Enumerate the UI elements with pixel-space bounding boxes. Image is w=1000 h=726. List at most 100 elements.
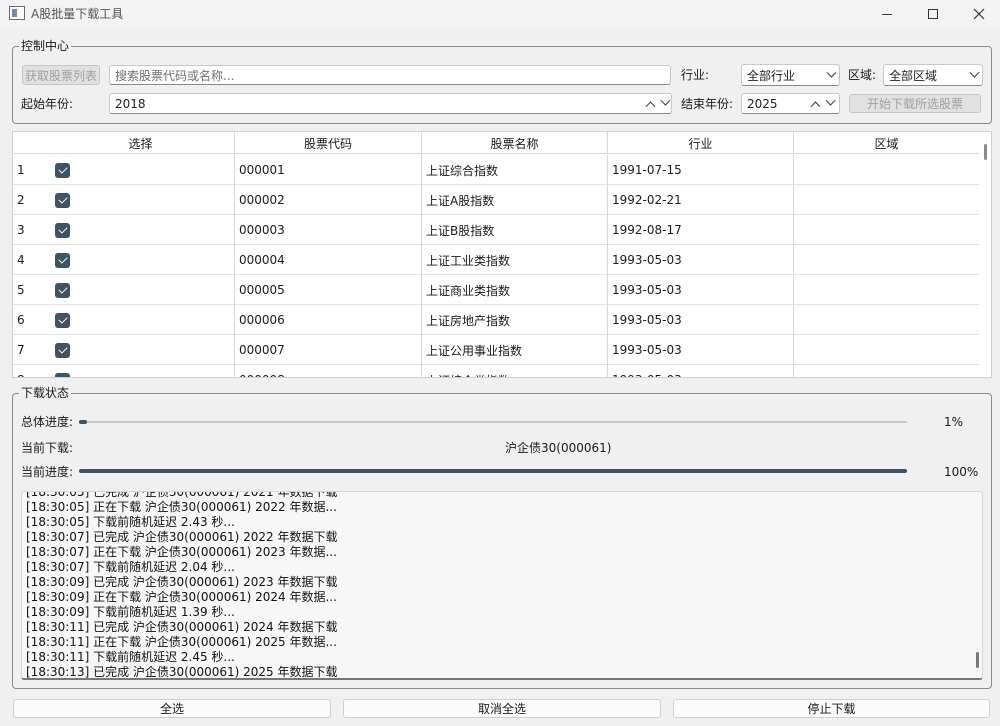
log-line: [18:30:05] 正在下载 沪企债30(000061) 2022 年数据..…: [26, 500, 337, 514]
table-row[interactable]: 1 000001 上证综合指数 1991-07-15: [13, 155, 981, 185]
stock-name-cell: 上证商业类指数: [422, 275, 608, 305]
select-all-button[interactable]: 全选: [13, 699, 331, 718]
start-year-label: 起始年份:: [21, 97, 74, 111]
end-year-label: 结束年份:: [681, 97, 734, 111]
log-line: [18:30:07] 已完成 沪企债30(000061) 2022 年数据下载: [26, 530, 338, 544]
row-number: 5: [17, 283, 25, 297]
table-row[interactable]: 6 000006 上证房地产指数 1993-05-03: [13, 305, 981, 335]
stock-code-cell: 000001: [235, 155, 422, 185]
industry-select[interactable]: 全部行业: [741, 64, 840, 86]
search-input[interactable]: 搜索股票代码或名称...: [109, 65, 671, 85]
download-status-title: 下载状态: [19, 386, 72, 400]
spin-down-icon[interactable]: [825, 94, 836, 113]
title-bar: A股批量下载工具: [0, 0, 1000, 28]
spin-up-icon[interactable]: [645, 94, 656, 113]
table-row[interactable]: 2 000002 上证A股指数 1992-02-21: [13, 185, 981, 215]
industry-cell: 1993-05-03: [608, 275, 794, 305]
industry-select-value: 全部行业: [747, 68, 796, 83]
table-row[interactable]: 5 000005 上证商业类指数 1993-05-03: [13, 275, 981, 305]
spin-up-icon[interactable]: [810, 94, 821, 113]
region-select-value: 全部区域: [889, 68, 938, 83]
stop-download-button[interactable]: 停止下载: [673, 699, 990, 718]
select-cell: [47, 365, 235, 377]
table-row[interactable]: 7 000007 上证公用事业指数 1993-05-03: [13, 335, 981, 365]
current-progress-label: 当前进度:: [21, 465, 74, 479]
select-cell: [47, 155, 235, 185]
total-progress-percent: 1%: [944, 415, 964, 429]
end-year-spinbox[interactable]: 2025: [741, 93, 840, 114]
table-row[interactable]: 8 000008上证综合类指数1993-05-03: [13, 365, 981, 377]
industry-cell: 1993-05-03: [608, 305, 794, 335]
current-progress-fill: [79, 469, 907, 473]
industry-cell: 1991-07-15: [608, 155, 794, 185]
select-cell: [47, 335, 235, 365]
spin-down-icon[interactable]: [660, 94, 671, 113]
row-checkbox[interactable]: [55, 282, 70, 298]
minimize-button[interactable]: [864, 0, 910, 28]
column-header-select[interactable]: 选择: [47, 132, 235, 154]
region-cell: [794, 335, 980, 365]
log-line: [18:30:07] 下载前随机延迟 2.04 秒...: [26, 560, 235, 574]
region-cell: [794, 185, 980, 215]
total-progress-fill: [79, 420, 88, 424]
row-checkbox[interactable]: [55, 192, 70, 208]
stock-name-cell: 上证综合指数: [422, 155, 608, 185]
select-cell: [47, 215, 235, 245]
log-line: [18:30:09] 正在下载 沪企债30(000061) 2024 年数据..…: [26, 590, 337, 604]
table-row[interactable]: 3 000003 上证B股指数 1992-08-17: [13, 215, 981, 245]
column-header-region[interactable]: 区域: [794, 132, 980, 154]
current-download-label: 当前下载:: [21, 441, 74, 455]
stock-name-cell: 上证工业类指数: [422, 245, 608, 275]
chevron-down-icon: [826, 65, 837, 85]
window-title: A股批量下载工具: [31, 7, 124, 21]
log-line: [18:30:11] 下载前随机延迟 2.45 秒...: [26, 650, 235, 664]
maximize-button[interactable]: [910, 0, 956, 28]
start-download-button[interactable]: 开始下载所选股票: [849, 94, 981, 113]
row-checkbox[interactable]: [55, 342, 70, 358]
row-number: 6: [17, 313, 25, 327]
table-row[interactable]: 4 000004 上证工业类指数 1993-05-03: [13, 245, 981, 275]
row-number: 4: [17, 253, 25, 267]
row-checkbox[interactable]: [55, 372, 70, 377]
select-cell: [47, 275, 235, 305]
chevron-down-icon: [969, 65, 980, 85]
log-line: [18:30:07] 正在下载 沪企债30(000061) 2023 年数据..…: [26, 545, 337, 559]
industry-label: 行业:: [681, 68, 710, 82]
table-scrollbar-thumb[interactable]: [984, 144, 987, 160]
window-app-icon: [9, 6, 25, 20]
log-line: [18:30:05] 已完成 沪企债30(000061) 2021 年数据下载: [26, 491, 338, 499]
row-checkbox[interactable]: [55, 252, 70, 268]
log-output[interactable]: [18:30:05] 已完成 沪企债30(000061) 2021 年数据下载[…: [21, 491, 983, 680]
row-checkbox[interactable]: [55, 222, 70, 238]
stock-code-cell: 000002: [235, 185, 422, 215]
region-select[interactable]: 全部区域: [883, 64, 983, 86]
select-cell: [47, 245, 235, 275]
log-line: [18:30:09] 已完成 沪企债30(000061) 2023 年数据下载: [26, 575, 338, 589]
total-progress-bar: [79, 420, 907, 424]
region-cell: [794, 155, 980, 185]
row-checkbox[interactable]: [55, 162, 70, 178]
column-header-industry[interactable]: 行业: [608, 132, 794, 154]
log-scrollbar-thumb[interactable]: [976, 652, 979, 668]
close-button[interactable]: [956, 0, 1000, 28]
region-cell: [794, 275, 980, 305]
region-cell: [794, 245, 980, 275]
region-cell: [794, 365, 980, 377]
stock-name-cell: 上证公用事业指数: [422, 335, 608, 365]
row-checkbox[interactable]: [55, 312, 70, 328]
column-header-code[interactable]: 股票代码: [235, 132, 422, 154]
total-progress-label: 总体进度:: [21, 415, 74, 429]
table-scrollbar[interactable]: [979, 132, 991, 377]
stock-code-cell: 000004: [235, 245, 422, 275]
select-cell: [47, 185, 235, 215]
stock-code-cell: 000003: [235, 215, 422, 245]
log-line: [18:30:05] 下载前随机延迟 2.43 秒...: [26, 515, 235, 529]
deselect-all-button[interactable]: 取消全选: [343, 699, 661, 718]
column-header-name[interactable]: 股票名称: [422, 132, 608, 154]
start-year-value: 2018: [115, 96, 146, 111]
fetch-stock-list-button[interactable]: 获取股票列表: [22, 65, 100, 85]
industry-cell: 1993-05-03: [608, 335, 794, 365]
stock-code-cell: 000007: [235, 335, 422, 365]
start-year-spinbox[interactable]: 2018: [109, 93, 672, 114]
table-header: 选择 股票代码 股票名称 行业 区域: [13, 132, 991, 154]
